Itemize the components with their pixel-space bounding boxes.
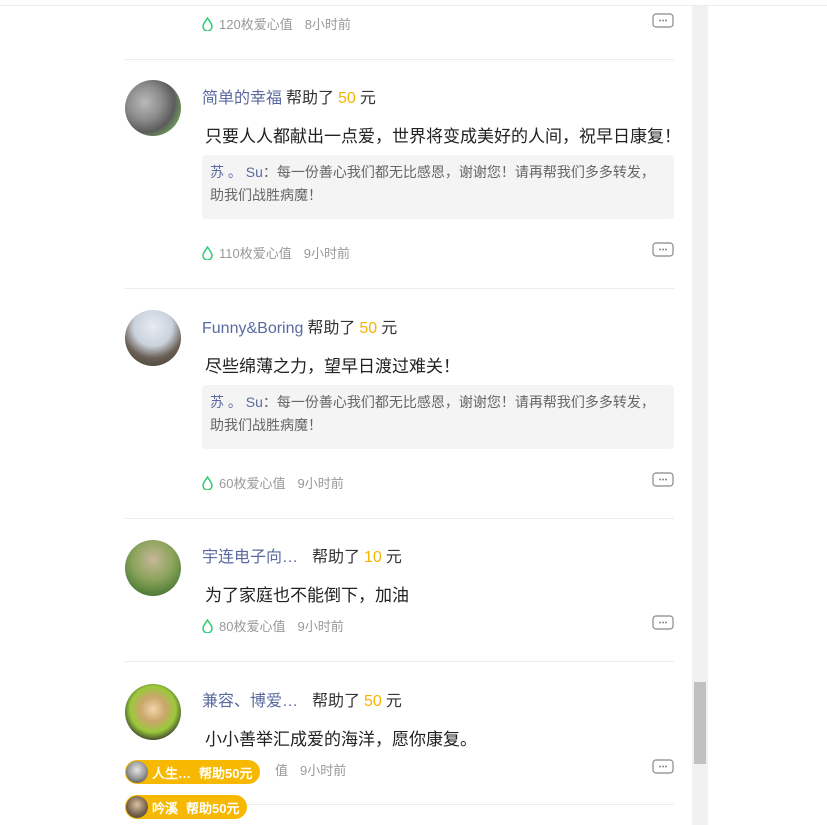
toast-name: 人生… [152,765,192,781]
divider [125,518,674,519]
reply-text: ：每一份善心我们都无比感恩，谢谢您！请再帮我们多多转发，助我们战胜病魔！ [210,164,655,203]
timestamp: 9小时前 [297,476,344,491]
toast-name: 吟溪 [152,800,179,816]
donation-amount: 50 [359,320,378,337]
reply-box: 苏 。 Su：每一份善心我们都无比感恩，谢谢您！请再帮我们多多转发，助我们战胜病… [202,155,674,219]
donation-amount: 50 [338,90,356,107]
timestamp: 9小时前 [303,246,350,261]
currency-unit: 元 [385,549,402,566]
comment-bubble-icon[interactable] [652,615,674,631]
donation-line: 宇连电子向… 帮助了 10 元 [202,543,402,567]
comment-item: Funny&Boring 帮助了 50 元 尽些绵薄之力，望早日渡过难关！ 苏 。 S… [125,310,674,520]
love-points: 60枚爱心值 [219,476,286,491]
username[interactable]: 兼容、博爱… [202,693,298,710]
water-drop-icon [202,618,213,633]
currency-unit: 元 [385,693,402,710]
toast-avatar [126,761,148,783]
water-drop-icon [202,475,213,490]
comment-meta: 60枚爱心值 9小时前 [202,473,344,492]
reply-username[interactable]: 苏 。 Su [210,394,263,410]
currency-unit: 元 [381,320,398,337]
love-points: 110枚爱心值 [219,246,292,261]
reply-username[interactable]: 苏 。 Su [210,164,263,180]
comment-item: 120枚爱心值 8小时前 [125,0,674,60]
avatar[interactable] [125,540,181,596]
username[interactable]: 简单的幸福 [202,90,282,107]
comment-message: 只要人人都献出一点爱，世界将变成美好的人间，祝早日康复！ [205,127,681,146]
comment-meta: 110枚爱心值 9小时前 [202,243,350,262]
comment-bubble-icon[interactable] [652,13,674,29]
avatar[interactable] [125,80,181,136]
comment-bubble-icon[interactable] [652,472,674,488]
donation-toast[interactable]: 吟溪 帮助50元 [125,795,248,819]
love-points: 120枚爱心值 [219,17,293,32]
donation-amount: 10 [364,549,382,566]
username[interactable]: Funny&Boring [202,320,303,337]
help-label: 帮助了 [286,90,335,107]
scrollbar-thumb[interactable] [694,682,706,764]
comment-meta: 80枚爱心值 9小时前 [202,616,344,635]
toast-text: 帮助50元 [199,765,253,781]
reply-box: 苏 。 Su：每一份善心我们都无比感恩，谢谢您！请再帮我们多多转发，助我们战胜病… [202,385,674,449]
love-points: 80枚爱心值 [219,619,286,634]
reply-text: ：每一份善心我们都无比感恩，谢谢您！请再帮我们多多转发，助我们战胜病魔！ [210,394,655,433]
username[interactable]: 宇连电子向… [202,549,298,566]
water-drop-icon [202,16,213,31]
avatar[interactable] [125,310,181,366]
comment-item: 简单的幸福 帮助了 50 元 只要人人都献出一点爱，世界将变成美好的人间，祝早日康复！… [125,80,681,290]
timestamp: 9小时前 [300,763,347,778]
donation-line: 兼容、博爱… 帮助了 50 元 [202,687,402,711]
divider [125,59,674,60]
donation-line: 简单的幸福 帮助了 50 元 [202,84,376,108]
toast-avatar [126,796,148,818]
help-label: 帮助了 [312,693,361,710]
comment-message: 尽些绵薄之力，望早日渡过难关！ [205,357,460,376]
toast-text: 帮助50元 [186,800,240,816]
donation-line: Funny&Boring 帮助了 50 元 [202,314,397,338]
help-label: 帮助了 [312,549,361,566]
comment-item: 兼容、博爱… 帮助了 50 元 小小善举汇成爱的海洋，愿你康复。 值 9小时前 [125,684,674,806]
comment-message: 小小善举汇成爱的海洋，愿你康复。 [205,730,477,749]
timestamp: 9小时前 [297,619,344,634]
comment-meta: 120枚爱心值 8小时前 [202,14,351,33]
comment-item: 宇连电子向… 帮助了 10 元 为了家庭也不能倒下，加油 80枚爱心值 9小时前 [125,540,674,662]
water-drop-icon [202,245,213,260]
comment-bubble-icon[interactable] [652,759,674,775]
comment-bubble-icon[interactable] [652,242,674,258]
currency-unit: 元 [359,90,376,107]
avatar[interactable] [125,684,181,740]
timestamp: 8小时前 [304,17,351,32]
donation-amount: 50 [364,693,382,710]
donation-toast[interactable]: 人生… 帮助50元 [125,760,261,784]
help-label: 帮助了 [307,320,356,337]
divider [125,288,674,289]
love-points: 值 [275,763,289,778]
divider [125,661,674,662]
comment-message: 为了家庭也不能倒下，加油 [205,586,409,605]
